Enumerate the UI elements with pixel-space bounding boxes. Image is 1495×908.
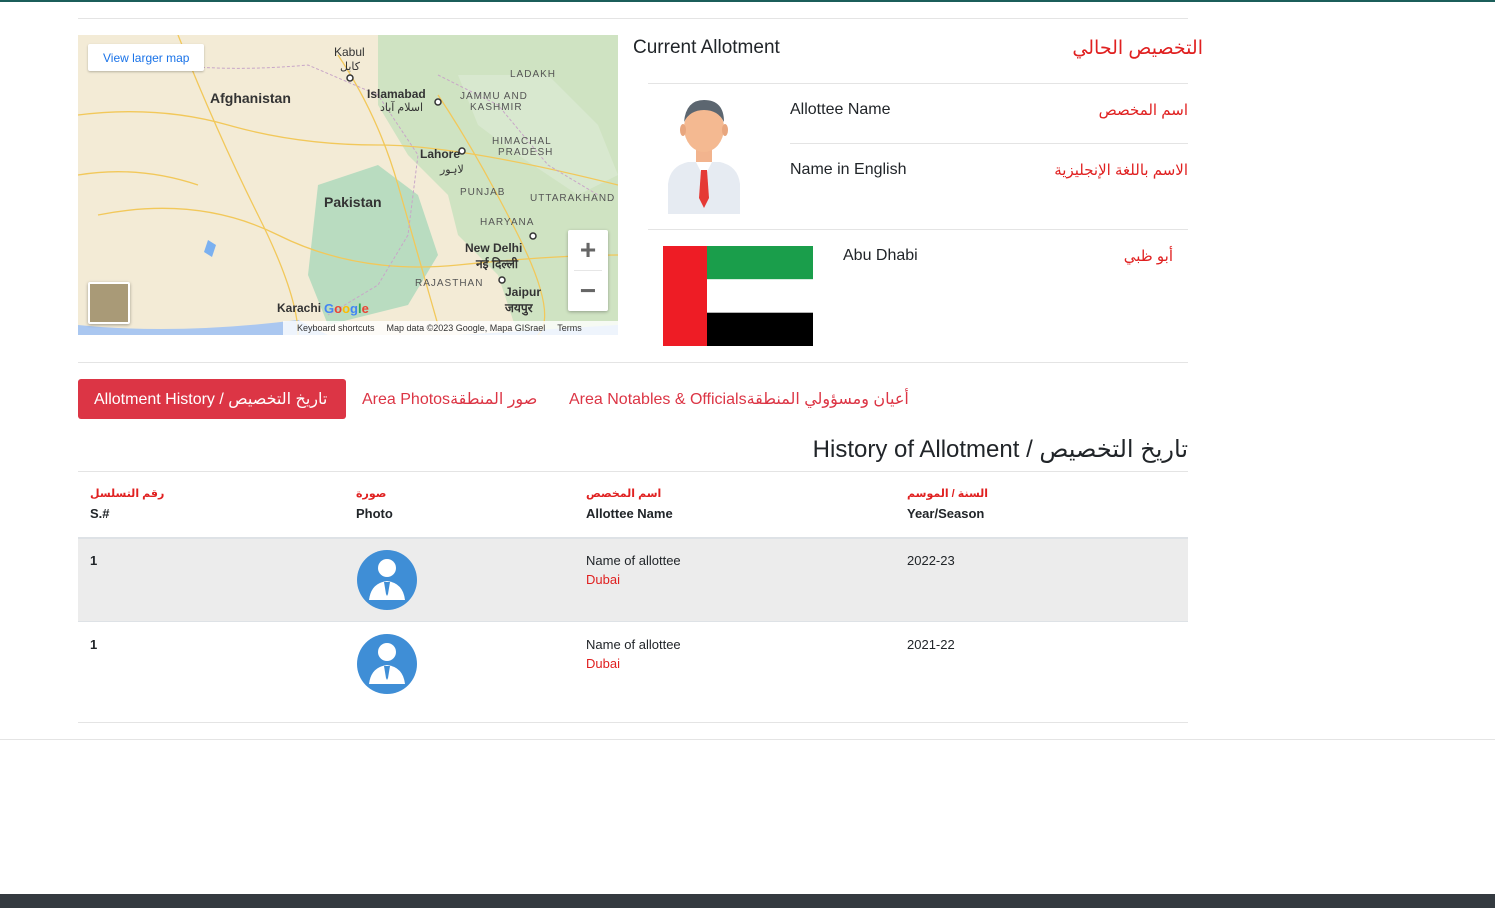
- divider: [648, 229, 1188, 230]
- top-accent-bar: [0, 0, 1495, 2]
- map-label-himachal-1: HIMACHAL: [492, 136, 552, 147]
- map-data-text: Map data ©2023 Google, Mapa GISrael: [386, 323, 546, 333]
- map-label-afghanistan: Afghanistan: [210, 90, 291, 106]
- name-in-english-label-ar: الاسم باللغة الإنجليزية: [1054, 162, 1188, 179]
- map-label-kabul: Kabul: [334, 45, 365, 59]
- allottee-name-label-ar: اسم المخصص: [1098, 102, 1188, 119]
- table-row: 1 Name of allottee Dubai 2021-22: [78, 621, 1188, 705]
- location-label-ar: أبو ظبي: [1123, 248, 1173, 265]
- location-label: Abu Dhabi: [843, 247, 918, 264]
- row-year: 2021-22: [907, 637, 955, 652]
- row-sn: 1: [90, 637, 98, 652]
- history-title: History of Allotment / تاريخ التخصيص: [812, 436, 1188, 463]
- col-sn-header-ar: رقم التسلسل: [90, 488, 165, 500]
- divider: [0, 739, 1495, 740]
- allottee-name-label: Allottee Name: [790, 101, 891, 118]
- tab-area-notables[interactable]: Area Notables & Officialsأعيان ومسؤولي ا…: [569, 389, 909, 409]
- divider: [790, 143, 1188, 144]
- terms-link[interactable]: Terms: [557, 323, 582, 333]
- current-allotment-title-ar: التخصيص الحالي: [1072, 38, 1203, 59]
- row-city: Dubai: [586, 572, 620, 587]
- map-label-punjab: PUNJAB: [460, 187, 506, 198]
- user-avatar-icon: [357, 550, 417, 610]
- divider: [78, 471, 1188, 472]
- col-name-header-ar: اسم المخصص: [586, 488, 662, 500]
- google-logo: Google: [324, 301, 369, 316]
- current-allotment-title: Current Allotment: [633, 37, 780, 58]
- col-sn-header: S.#: [90, 506, 110, 521]
- map-label-pakistan: Pakistan: [324, 194, 382, 210]
- map-label-jaipur: Jaipur: [505, 285, 542, 299]
- map-label-uttarakhand: UTTARAKHAND: [530, 193, 616, 204]
- row-sn: 1: [90, 553, 98, 568]
- divider: [78, 722, 1188, 723]
- view-larger-map-link[interactable]: View larger map: [88, 44, 205, 71]
- embedded-map[interactable]: Kabul کابل Afghanistan Islamabad اسلام آ…: [78, 35, 618, 335]
- col-name-header: Allottee Name: [586, 506, 673, 521]
- map-label-kabul-ar: کابل: [340, 61, 360, 73]
- map-label-haryana: HARYANA: [480, 217, 535, 228]
- zoom-in-button[interactable]: +: [568, 230, 608, 270]
- row-year: 2022-23: [907, 553, 955, 568]
- map-label-islamabad-ar: اسلام آباد: [380, 102, 424, 114]
- row-allottee-name: Name of allottee: [586, 553, 681, 568]
- map-attribution: Keyboard shortcuts Map data ©2023 Google…: [283, 321, 618, 335]
- col-photo-header-ar: صورة: [356, 488, 387, 500]
- map-label-jammu-kashmir-1: JAMMU AND: [460, 91, 528, 102]
- footer: [0, 894, 1495, 908]
- tab-area-photos[interactable]: Area Photosصور المنطقة: [362, 389, 537, 409]
- user-avatar-icon: [357, 634, 417, 694]
- zoom-out-button[interactable]: −: [568, 271, 608, 311]
- row-city: Dubai: [586, 656, 620, 671]
- tab-allotment-history[interactable]: Allotment History / تاريخ التخصيص: [78, 379, 346, 419]
- map-label-ladakh: LADAKH: [510, 69, 557, 80]
- satellite-toggle-button[interactable]: [88, 282, 130, 324]
- allottee-avatar-icon: [668, 100, 740, 214]
- divider: [648, 83, 1188, 84]
- col-photo-header: Photo: [356, 506, 393, 521]
- map-label-new-delhi-hi: नई दिल्ली: [476, 257, 519, 271]
- map-label-karachi: Karachi: [277, 301, 322, 315]
- divider: [78, 18, 1188, 19]
- map-label-jammu-kashmir-2: KASHMIR: [470, 102, 523, 113]
- keyboard-shortcuts-link[interactable]: Keyboard shortcuts: [297, 323, 375, 333]
- map-label-lahore-ar: لاہور: [440, 164, 464, 176]
- name-in-english-label: Name in English: [790, 161, 907, 178]
- map-label-jaipur-hi: जयपुर: [505, 301, 533, 315]
- divider: [78, 362, 1188, 363]
- row-allottee-name: Name of allottee: [586, 637, 681, 652]
- map-label-new-delhi: New Delhi: [465, 241, 523, 255]
- uae-flag-icon: [663, 246, 813, 346]
- map-label-lahore: Lahore: [420, 147, 461, 161]
- col-year-header: Year/Season: [907, 506, 985, 521]
- map-label-rajasthan: RAJASTHAN: [415, 278, 484, 289]
- map-label-islamabad: Islamabad: [367, 87, 426, 101]
- col-year-header-ar: السنة / الموسم: [907, 488, 989, 500]
- zoom-control: + −: [568, 230, 608, 311]
- table-row: 1 Name of allottee Dubai 2022-23: [78, 537, 1188, 621]
- map-label-himachal-2: PRADESH: [498, 147, 554, 158]
